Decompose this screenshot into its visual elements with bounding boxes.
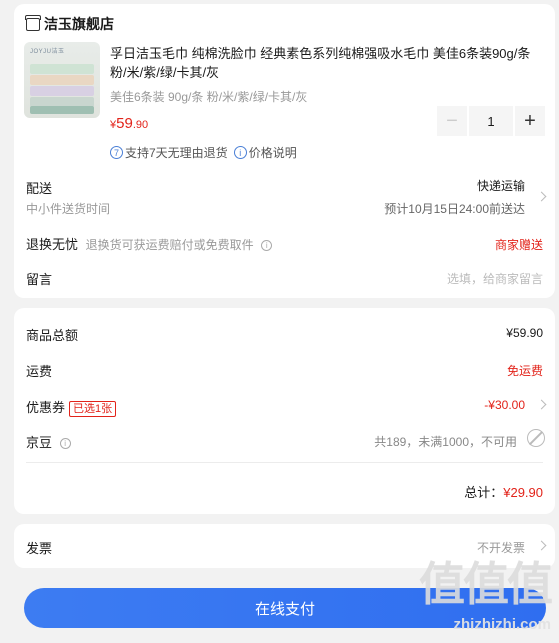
return-service-desc: 退换货可获运费赔付或免费取件 — [85, 238, 254, 252]
return-policy-link[interactable]: 支持7天无理由退货 — [125, 144, 228, 161]
info-icon: i — [233, 146, 247, 159]
decrease-button[interactable]: − — [437, 106, 467, 136]
coupon-value[interactable]: -¥30.00 — [484, 398, 525, 412]
store-header[interactable]: 洁玉旗舰店 — [25, 14, 114, 34]
chevron-right-icon[interactable] — [536, 399, 547, 410]
store-icon — [25, 14, 41, 31]
invoice-value[interactable]: 不开发票 — [477, 539, 525, 556]
chevron-right-icon[interactable] — [536, 540, 547, 551]
watermark-url: zhizhizhi.com — [453, 616, 552, 633]
return-service-value: 商家赠送 — [494, 238, 543, 252]
return-service-label: 退换无忧 — [26, 237, 79, 252]
chevron-right-icon[interactable] — [536, 191, 547, 202]
product-thumbnail[interactable]: JOYJU洁玉 — [24, 42, 100, 118]
delivery-label: 配送 — [26, 181, 53, 196]
watermark-logo: 值值值 — [419, 558, 553, 610]
coupon-label: 优惠券 — [26, 400, 66, 415]
jingdou-row: 京豆 i — [26, 432, 71, 451]
delivery-sub: 中小件送货时间 — [26, 202, 111, 216]
quantity-value[interactable]: 1 — [469, 106, 513, 136]
product-title[interactable]: 孚日洁玉毛巾 纯棉洗脸巾 经典素色系列纯棉强吸水毛巾 美佳6条装90g/条 粉/… — [110, 44, 540, 82]
coupon-tag: 已选1张 — [69, 400, 117, 417]
order-card: 洁玉旗舰店 JOYJU洁玉 孚日洁玉毛巾 纯棉洗脸巾 经典素色系列纯棉强吸水毛巾… — [14, 4, 555, 298]
jingdou-value: 共189，未满1000，不可用 — [374, 435, 517, 449]
divider — [26, 462, 543, 463]
store-name: 洁玉旗舰店 — [44, 16, 114, 32]
disabled-ban-icon — [527, 429, 545, 447]
info-icon[interactable]: i — [261, 240, 273, 252]
site-watermark: 值值值 zhizhizhi.com — [419, 558, 553, 633]
return-service-row: 退换无忧 退换货可获运费赔付或免费取件 i — [26, 234, 273, 253]
delivery-eta[interactable]: 预计10月15日24:00前送达 — [384, 200, 525, 217]
info-icon[interactable]: i — [59, 438, 71, 450]
goods-total-label: 商品总额 — [26, 328, 79, 343]
service-tags: 7 支持7天无理由退货 i 价格说明 — [110, 144, 303, 161]
jingdou-label: 京豆 — [26, 435, 53, 450]
shipping-label: 运费 — [26, 364, 53, 379]
order-total: 总计：¥29.90 — [464, 482, 543, 501]
coupon-row[interactable]: 优惠券 已选1张 — [26, 397, 117, 417]
message-input[interactable]: 选填，给商家留言 — [447, 270, 543, 287]
delivery-method[interactable]: 快递运输 — [477, 177, 525, 194]
shipping-value: 免运费 — [506, 364, 543, 378]
goods-total-value: ¥59.90 — [506, 326, 543, 340]
return-7day-icon: 7 — [110, 146, 123, 159]
thumbnail-brand-logo: JOYJU洁玉 — [30, 49, 65, 55]
price-summary-card: 商品总额 ¥59.90 运费 免运费 优惠券 已选1张 -¥30.00 京豆 i … — [14, 308, 555, 514]
product-spec[interactable]: 美佳6条装 90g/条 粉/米/紫/绿/卡其/灰 — [110, 88, 307, 105]
quantity-stepper[interactable]: − 1 + — [437, 106, 545, 136]
price-explanation-link[interactable]: 价格说明 — [249, 144, 297, 161]
total-value: ¥29.90 — [503, 485, 543, 500]
total-label: 总计： — [464, 485, 504, 500]
product-price: ¥59.90 — [110, 115, 149, 132]
increase-button[interactable]: + — [515, 106, 545, 136]
message-label: 留言 — [26, 272, 53, 287]
invoice-label: 发票 — [26, 541, 53, 556]
